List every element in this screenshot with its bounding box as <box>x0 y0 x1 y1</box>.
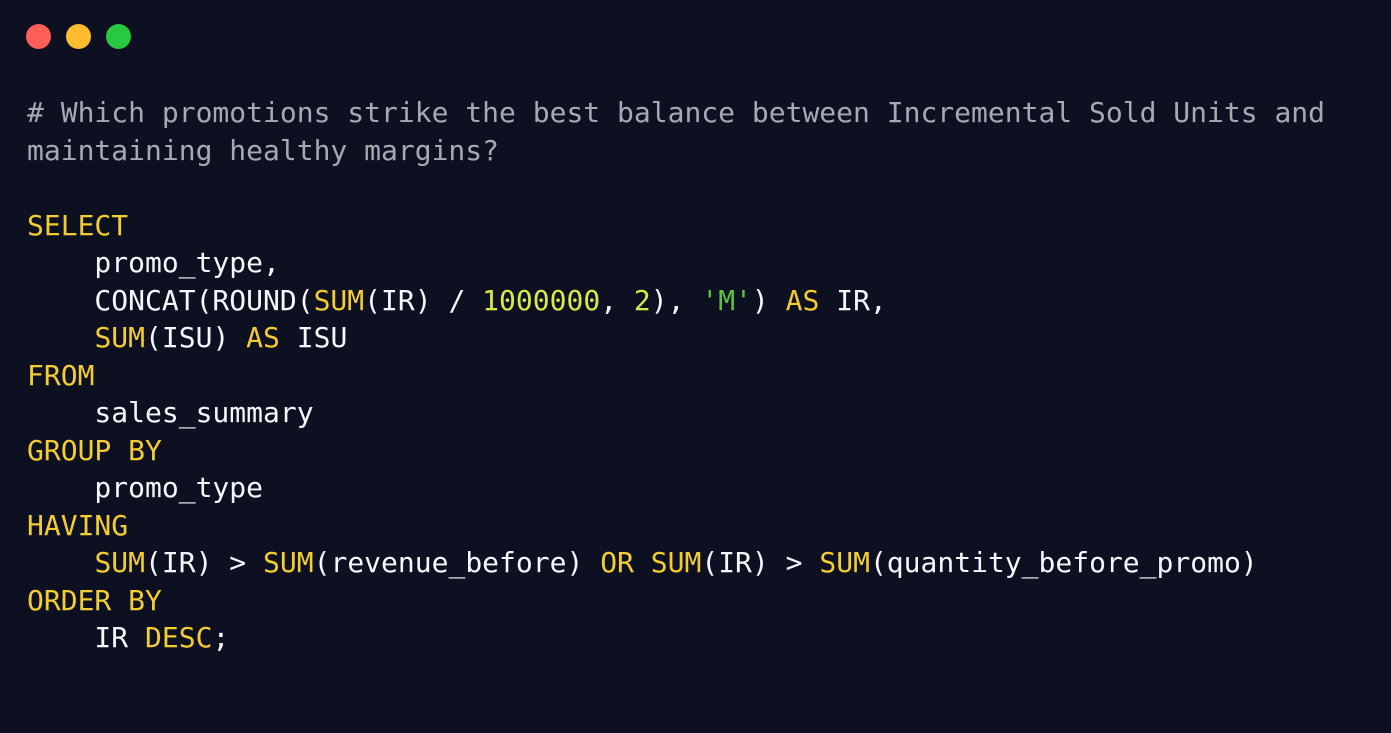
code-token-ident: ) <box>751 283 786 317</box>
code-token-comment: # Which promotions strike the best balan… <box>27 96 1326 129</box>
code-token-number: 1000000 <box>482 283 601 317</box>
code-token-keyword: DESC <box>145 621 213 654</box>
code-token-ident: (ISU) <box>145 321 247 354</box>
code-token-comment: maintaining healthy margins? <box>27 133 500 167</box>
zoom-button[interactable] <box>106 24 131 49</box>
code-token-ident: ; <box>212 621 230 654</box>
code-window: # Which promotions strike the best balan… <box>0 0 1391 733</box>
code-token-ident <box>27 546 94 579</box>
code-token-keyword: SUM <box>263 546 314 579</box>
code-token-ident: promo_type <box>27 471 264 504</box>
code-token-ident: IR, <box>819 283 887 317</box>
sql-code-block[interactable]: # Which promotions strike the best balan… <box>27 94 1325 657</box>
code-token-ident: IR <box>27 621 146 654</box>
window-controls <box>26 24 131 49</box>
code-line: SUM(ISU) AS ISU <box>27 319 1325 357</box>
code-token-keyword: SELECT <box>27 208 129 242</box>
minimize-button[interactable] <box>66 24 91 49</box>
code-token-keyword: ORDER BY <box>27 583 162 617</box>
code-line: ORDER BY <box>27 582 1325 620</box>
code-line: SELECT <box>27 207 1325 245</box>
code-line: GROUP BY <box>27 432 1325 470</box>
code-token-keyword: OR <box>600 546 634 579</box>
code-token-keyword: AS <box>785 283 820 317</box>
code-token-ident: (IR) > <box>701 546 820 579</box>
code-line: maintaining healthy margins? <box>27 132 1325 170</box>
code-line: # Which promotions strike the best balan… <box>27 94 1325 132</box>
code-token-ident: (quantity_before_promo) <box>869 546 1258 579</box>
code-token-keyword: SUM <box>819 546 870 579</box>
code-token-ident: (revenue_before) <box>313 546 601 579</box>
code-token-ident <box>27 321 94 354</box>
code-token-ident: promo_type, <box>27 246 280 279</box>
code-token-keyword: SUM <box>94 546 146 579</box>
code-token-ident: (IR) > <box>145 546 264 579</box>
close-button[interactable] <box>26 24 51 49</box>
code-token-number: 2 <box>633 283 651 317</box>
code-line: sales_summary <box>27 394 1325 432</box>
code-line: CONCAT(ROUND(SUM(IR) / 1000000, 2), 'M')… <box>27 282 1325 320</box>
code-token-keyword: SUM <box>650 546 702 579</box>
code-token-keyword: AS <box>246 321 280 354</box>
code-line: HAVING <box>27 507 1325 545</box>
code-token-keyword: SUM <box>313 283 365 317</box>
code-line: SUM(IR) > SUM(revenue_before) OR SUM(IR)… <box>27 544 1325 582</box>
code-token-ident: ISU <box>279 321 348 354</box>
code-token-ident: , <box>600 283 634 317</box>
code-token-ident: ), <box>650 283 702 317</box>
code-token-ident <box>634 546 651 579</box>
code-line: IR DESC; <box>27 619 1325 657</box>
code-token-keyword: FROM <box>27 358 95 392</box>
code-token-keyword: GROUP BY <box>27 433 162 467</box>
code-token-string: 'M' <box>701 283 752 317</box>
code-token-keyword: HAVING <box>27 508 129 542</box>
code-token-ident: CONCAT(ROUND( <box>27 283 314 317</box>
code-line: promo_type, <box>27 244 1325 282</box>
code-token-keyword: SUM <box>94 321 146 354</box>
code-line: FROM <box>27 357 1325 395</box>
code-line: promo_type <box>27 469 1325 507</box>
code-token-ident: (IR) / <box>364 283 483 317</box>
code-token-ident: sales_summary <box>27 396 314 429</box>
